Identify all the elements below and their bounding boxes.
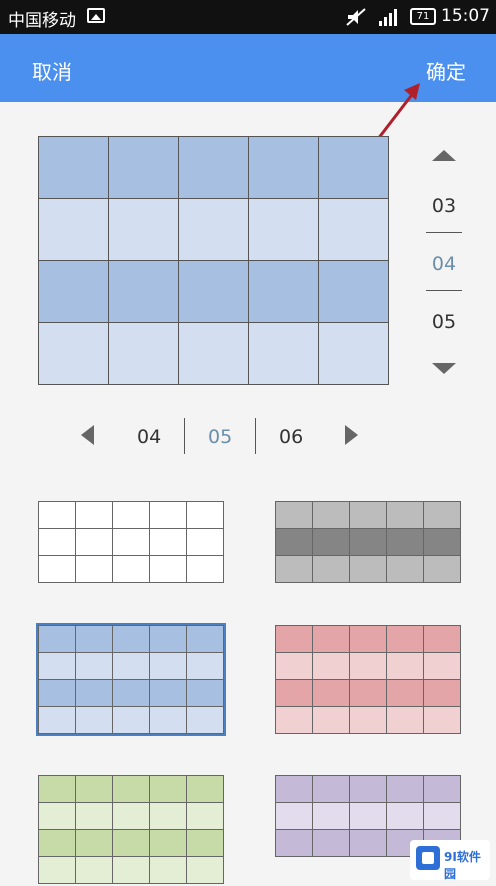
row-option-selected[interactable]: 04 bbox=[414, 253, 474, 275]
triangle-up-icon[interactable] bbox=[432, 150, 456, 161]
battery-icon: 71 bbox=[410, 8, 436, 25]
row-option[interactable]: 05 bbox=[414, 311, 474, 333]
style-red[interactable] bbox=[275, 625, 461, 734]
status-bar: 中国移动 71 15:07 bbox=[0, 0, 496, 34]
picture-icon bbox=[87, 8, 105, 23]
column-option-selected[interactable]: 05 bbox=[208, 426, 232, 448]
mute-icon bbox=[346, 8, 366, 26]
triangle-right-icon[interactable] bbox=[345, 425, 358, 445]
column-count-picker[interactable]: 04 05 06 bbox=[76, 418, 376, 454]
style-green[interactable] bbox=[38, 775, 224, 884]
table-preview bbox=[38, 136, 389, 385]
divider bbox=[184, 418, 185, 454]
divider bbox=[426, 232, 462, 233]
carrier-name: 中国移动 bbox=[8, 11, 76, 31]
row-count-picker[interactable]: 03 04 05 bbox=[414, 140, 474, 380]
divider bbox=[255, 418, 256, 454]
row-option[interactable]: 03 bbox=[414, 195, 474, 217]
style-blue[interactable] bbox=[36, 623, 226, 736]
signal-icon bbox=[379, 9, 397, 26]
confirm-button[interactable]: 确定 bbox=[426, 56, 466, 85]
column-option[interactable]: 06 bbox=[279, 426, 303, 448]
cancel-button[interactable]: 取消 bbox=[32, 56, 72, 85]
clock: 15:07 bbox=[441, 6, 490, 26]
triangle-left-icon[interactable] bbox=[81, 425, 94, 445]
watermark-text: 9I软件园 bbox=[444, 850, 481, 881]
watermark-logo: 9I软件园 bbox=[410, 840, 490, 881]
triangle-down-icon[interactable] bbox=[432, 363, 456, 374]
style-gray[interactable] bbox=[275, 501, 461, 583]
divider bbox=[426, 290, 462, 291]
logo-icon bbox=[416, 846, 440, 870]
column-option[interactable]: 04 bbox=[137, 426, 161, 448]
style-white[interactable] bbox=[38, 501, 224, 583]
